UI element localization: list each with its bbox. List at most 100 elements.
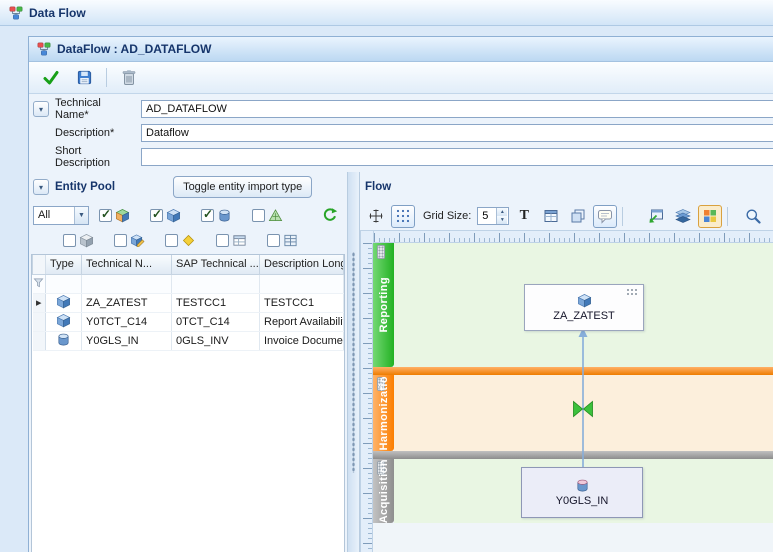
toolbar-separator bbox=[622, 207, 623, 226]
layers-button[interactable] bbox=[671, 205, 695, 228]
cell-sap-technical-name[interactable]: TESTCC1 bbox=[172, 293, 260, 312]
vertical-ruler bbox=[360, 243, 373, 552]
infoobject-checkbox[interactable] bbox=[165, 234, 178, 247]
filter-row-indicator bbox=[33, 274, 46, 293]
entity-pool-title: Entity Pool bbox=[55, 181, 115, 193]
magnifier-icon bbox=[745, 208, 761, 224]
spinner-up-button[interactable] bbox=[497, 208, 507, 216]
open-ods-checkbox[interactable] bbox=[216, 234, 229, 247]
cell-description-long[interactable]: Report Availabilit... bbox=[260, 312, 344, 331]
row-indicator bbox=[33, 312, 46, 331]
dataflow-icon bbox=[37, 42, 51, 56]
panel-splitter[interactable] bbox=[347, 172, 360, 552]
multiprovider-checkbox[interactable] bbox=[99, 209, 112, 222]
grid-size-input[interactable] bbox=[478, 208, 496, 224]
dataset-checkbox[interactable] bbox=[267, 234, 280, 247]
import-window-button[interactable] bbox=[644, 205, 668, 228]
table-row[interactable]: ZA_ZATEST TESTCC1 TESTCC1 bbox=[33, 293, 344, 312]
filter-cell[interactable] bbox=[172, 274, 260, 293]
planning-provider-icon bbox=[130, 233, 145, 248]
short-description-label: Short Description bbox=[55, 145, 141, 169]
entity-table-filter-row[interactable] bbox=[33, 274, 344, 293]
description-input[interactable] bbox=[141, 124, 773, 142]
filter-cell[interactable] bbox=[46, 274, 82, 293]
layers-icon bbox=[675, 208, 691, 224]
flow-canvas[interactable]: Reporting Harmonizatio bbox=[373, 243, 773, 552]
infoobject-icon bbox=[181, 233, 196, 248]
save-button[interactable] bbox=[71, 66, 97, 90]
multiprovider-cube-icon bbox=[115, 208, 130, 223]
datastore-checkbox[interactable] bbox=[201, 209, 214, 222]
window-title: Data Flow bbox=[29, 6, 86, 20]
planning-provider-checkbox[interactable] bbox=[114, 234, 127, 247]
refresh-icon bbox=[322, 207, 338, 223]
flow-panel: Flow Grid Size: bbox=[360, 172, 773, 552]
short-description-input[interactable] bbox=[141, 148, 773, 166]
column-header-description-long[interactable]: Description Long bbox=[260, 255, 344, 274]
type-filter-dropdown[interactable]: All bbox=[33, 206, 89, 225]
grid-size-label: Grid Size: bbox=[423, 210, 471, 222]
cell-technical-name[interactable]: Y0GLS_IN bbox=[82, 331, 172, 350]
entity-filter-row-1: All bbox=[29, 202, 347, 228]
main-toolbar bbox=[29, 62, 773, 94]
node-label: ZA_ZATEST bbox=[553, 310, 615, 322]
table-window-button[interactable] bbox=[539, 205, 563, 228]
node-y0gls-in[interactable]: Y0GLS_IN bbox=[521, 467, 643, 518]
node-dots-icon bbox=[626, 288, 639, 297]
grid-dots-icon bbox=[395, 208, 411, 224]
infocube-checkbox[interactable] bbox=[150, 209, 163, 222]
cell-technical-name[interactable]: ZA_ZATEST bbox=[82, 293, 172, 312]
content-split: Entity Pool Toggle entity import type Al… bbox=[29, 172, 773, 552]
dataflow-form: Technical Name* Description* Short Descr… bbox=[29, 94, 773, 172]
flow-toolbar: Grid Size: T bbox=[360, 202, 773, 230]
dataflow-icon bbox=[9, 6, 23, 20]
aggregation-level-icon bbox=[268, 208, 283, 223]
cell-description-long[interactable]: Invoice Documents bbox=[260, 331, 344, 350]
delete-button[interactable] bbox=[116, 66, 142, 90]
node-label: Y0GLS_IN bbox=[556, 495, 609, 507]
toolbar-separator bbox=[727, 207, 728, 226]
color-grid-button[interactable] bbox=[698, 205, 722, 228]
virtual-provider-checkbox[interactable] bbox=[63, 234, 76, 247]
speech-bubble-icon bbox=[597, 208, 613, 224]
datasource-icon bbox=[575, 478, 590, 493]
dataflow-panel: DataFlow : AD_DATAFLOW bbox=[28, 36, 773, 552]
selected-row-indicator bbox=[33, 293, 46, 312]
text-tool-button[interactable]: T bbox=[512, 205, 536, 228]
comment-tool-button[interactable] bbox=[593, 205, 617, 228]
copy-stack-button[interactable] bbox=[566, 205, 590, 228]
text-tool-icon: T bbox=[520, 208, 529, 224]
grid-size-spinner bbox=[477, 207, 509, 225]
collapse-entity-pool-button[interactable] bbox=[33, 179, 49, 195]
cell-description-long[interactable]: TESTCC1 bbox=[260, 293, 344, 312]
cell-technical-name[interactable]: Y0TCT_C14 bbox=[82, 312, 172, 331]
filter-cell[interactable] bbox=[82, 274, 172, 293]
validate-button[interactable] bbox=[38, 66, 64, 90]
flow-header: Flow bbox=[360, 172, 773, 202]
column-header-type[interactable]: Type bbox=[46, 255, 82, 274]
panel-title: DataFlow : AD_DATAFLOW bbox=[57, 42, 211, 56]
checkmark-icon bbox=[42, 69, 60, 87]
spinner-down-button[interactable] bbox=[497, 216, 507, 224]
column-header-sap-technical-name[interactable]: SAP Technical ... bbox=[172, 255, 260, 274]
table-row[interactable]: Y0GLS_IN 0GLS_INV Invoice Documents bbox=[33, 331, 344, 350]
snap-grid-button[interactable] bbox=[391, 205, 415, 228]
infocube-icon bbox=[56, 294, 71, 309]
move-tool-button[interactable] bbox=[364, 205, 388, 228]
row-indicator-header bbox=[33, 255, 46, 274]
node-za-zatest[interactable]: ZA_ZATEST bbox=[524, 284, 644, 331]
cell-sap-technical-name[interactable]: 0GLS_INV bbox=[172, 331, 260, 350]
aggregation-level-checkbox[interactable] bbox=[252, 209, 265, 222]
zoom-button[interactable] bbox=[741, 205, 765, 228]
funnel-icon bbox=[33, 277, 44, 288]
cell-sap-technical-name[interactable]: 0TCT_C14 bbox=[172, 312, 260, 331]
form-row-short-description: Short Description bbox=[33, 146, 773, 168]
toggle-entity-import-type-button[interactable]: Toggle entity import type bbox=[173, 176, 312, 198]
filter-cell[interactable] bbox=[260, 274, 344, 293]
technical-name-input[interactable] bbox=[141, 100, 773, 118]
copy-stack-icon bbox=[570, 208, 586, 224]
refresh-button[interactable] bbox=[319, 204, 341, 226]
table-row[interactable]: Y0TCT_C14 0TCT_C14 Report Availabilit... bbox=[33, 312, 344, 331]
column-header-technical-name[interactable]: Technical N... bbox=[82, 255, 172, 274]
collapse-form-button[interactable] bbox=[33, 101, 49, 117]
